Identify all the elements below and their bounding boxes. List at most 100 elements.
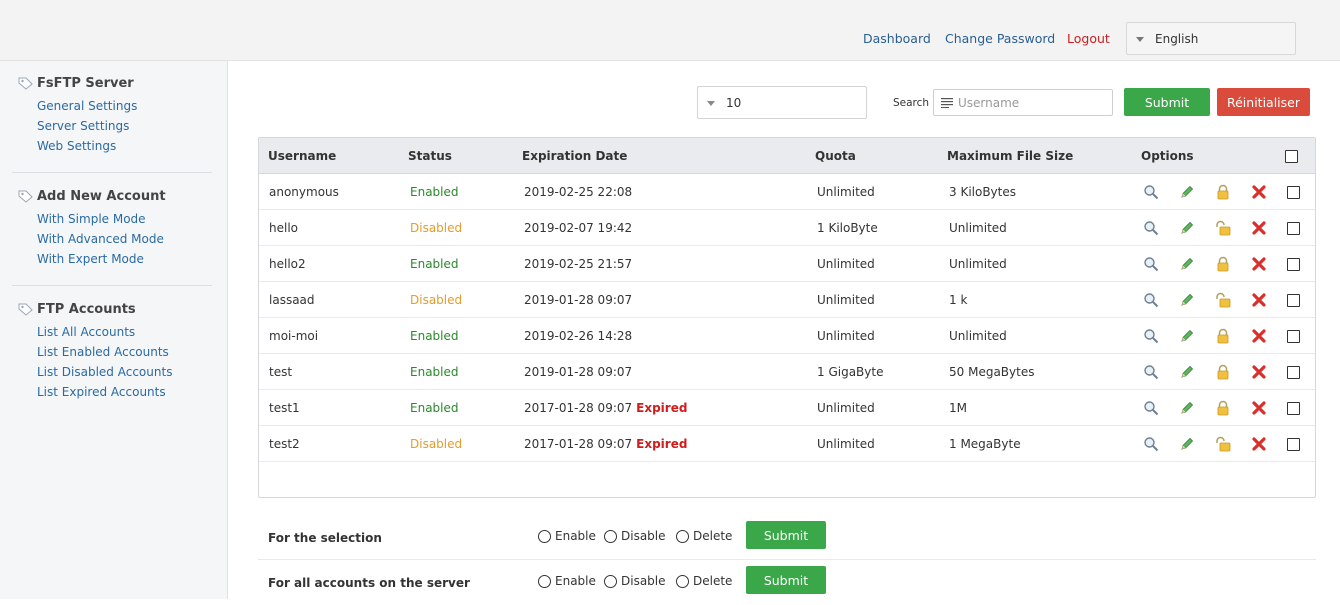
row-checkbox[interactable] xyxy=(1287,258,1300,271)
table-row: hello2 Enabled 2019-02-25 21:57 Unlimited Un… xyxy=(259,246,1315,282)
sidebar-link[interactable]: List Enabled Accounts xyxy=(37,345,169,359)
edit-icon[interactable] xyxy=(1179,400,1195,416)
view-icon[interactable] xyxy=(1143,184,1159,200)
delete-icon[interactable] xyxy=(1251,220,1267,236)
reset-button[interactable]: Réinitialiser xyxy=(1217,88,1310,116)
table-row: test Enabled 2019-01-28 09:07 1 GigaByte 50 … xyxy=(259,354,1315,390)
row-checkbox[interactable] xyxy=(1287,294,1300,307)
radio-disable[interactable]: Disable xyxy=(604,574,666,588)
max-file-size-cell: Unlimited xyxy=(949,257,1007,271)
bulk-action-label: For the selection xyxy=(268,531,382,545)
row-checkbox[interactable] xyxy=(1287,402,1300,415)
sidebar-link[interactable]: With Expert Mode xyxy=(37,252,144,266)
sidebar-link[interactable]: Server Settings xyxy=(37,119,129,133)
quota-cell: Unlimited xyxy=(817,293,875,307)
edit-icon[interactable] xyxy=(1179,256,1195,272)
max-file-size-cell: 1M xyxy=(949,401,967,415)
radio-delete[interactable]: Delete xyxy=(676,574,732,588)
row-checkbox[interactable] xyxy=(1287,186,1300,199)
tag-icon xyxy=(18,190,33,203)
radio-label: Delete xyxy=(693,574,733,588)
row-checkbox[interactable] xyxy=(1287,222,1300,235)
quota-cell: Unlimited xyxy=(817,401,875,415)
delete-icon[interactable] xyxy=(1251,364,1267,380)
change-password-link[interactable]: Change Password xyxy=(945,31,1055,46)
sidebar-link[interactable]: With Simple Mode xyxy=(37,212,146,226)
chevron-down-icon xyxy=(1136,37,1144,42)
delete-icon[interactable] xyxy=(1251,256,1267,272)
view-icon[interactable] xyxy=(1143,400,1159,416)
delete-icon[interactable] xyxy=(1251,328,1267,344)
unlock-icon[interactable] xyxy=(1215,436,1231,452)
bulk-submit-button[interactable]: Submit xyxy=(746,566,826,594)
edit-icon[interactable] xyxy=(1179,436,1195,452)
radio-disable[interactable]: Disable xyxy=(604,529,666,543)
dashboard-link[interactable]: Dashboard xyxy=(863,31,931,46)
list-icon xyxy=(941,98,953,108)
view-icon[interactable] xyxy=(1143,220,1159,236)
search-field[interactable] xyxy=(933,89,1113,116)
expiration-date: 2019-02-26 14:28 xyxy=(524,329,633,343)
per-page-select[interactable]: 10 xyxy=(697,86,867,119)
language-select[interactable]: English xyxy=(1126,22,1296,55)
radio-button[interactable] xyxy=(538,574,551,588)
delete-icon[interactable] xyxy=(1251,436,1267,452)
sidebar-link[interactable]: With Advanced Mode xyxy=(37,232,164,246)
edit-icon[interactable] xyxy=(1179,184,1195,200)
view-icon[interactable] xyxy=(1143,364,1159,380)
sidebar-section-label: Add New Account xyxy=(37,189,166,204)
view-icon[interactable] xyxy=(1143,436,1159,452)
lock-icon[interactable] xyxy=(1215,400,1231,416)
sidebar-link[interactable]: General Settings xyxy=(37,99,137,113)
expiration-date: 2019-02-07 19:42 xyxy=(524,221,633,235)
radio-button[interactable] xyxy=(676,574,689,588)
sidebar-link[interactable]: Web Settings xyxy=(37,139,116,153)
col-max-file-size: Maximum File Size xyxy=(947,149,1074,163)
lock-icon[interactable] xyxy=(1215,184,1231,200)
unlock-icon[interactable] xyxy=(1215,292,1231,308)
view-icon[interactable] xyxy=(1143,256,1159,272)
delete-icon[interactable] xyxy=(1251,184,1267,200)
quota-cell: Unlimited xyxy=(817,437,875,451)
row-checkbox[interactable] xyxy=(1287,330,1300,343)
edit-icon[interactable] xyxy=(1179,292,1195,308)
lock-icon[interactable] xyxy=(1215,328,1231,344)
lock-icon[interactable] xyxy=(1215,364,1231,380)
bulk-submit-button[interactable]: Submit xyxy=(746,521,826,549)
select-all-checkbox[interactable] xyxy=(1285,150,1298,163)
edit-icon[interactable] xyxy=(1179,220,1195,236)
edit-icon[interactable] xyxy=(1179,364,1195,380)
edit-icon[interactable] xyxy=(1179,328,1195,344)
top-bar: Dashboard Change Password Logout English xyxy=(0,0,1340,61)
delete-icon[interactable] xyxy=(1251,292,1267,308)
status-cell: Disabled xyxy=(410,437,463,451)
view-icon[interactable] xyxy=(1143,292,1159,308)
row-checkbox[interactable] xyxy=(1287,366,1300,379)
radio-delete[interactable]: Delete xyxy=(676,529,732,543)
sidebar-link[interactable]: List Disabled Accounts xyxy=(37,365,172,379)
username-cell: moi-moi xyxy=(269,329,319,343)
table-header: Username Status Expiration Date Quota Ma… xyxy=(259,138,1315,174)
quota-cell: Unlimited xyxy=(817,185,875,199)
sidebar: FsFTP Server General Settings Server Setti… xyxy=(0,61,228,599)
search-submit-button[interactable]: Submit xyxy=(1124,88,1210,116)
logout-link[interactable]: Logout xyxy=(1067,31,1110,46)
radio-button[interactable] xyxy=(538,529,551,543)
sidebar-section-label: FsFTP Server xyxy=(37,76,134,91)
radio-enable[interactable]: Enable xyxy=(538,529,596,543)
row-checkbox[interactable] xyxy=(1287,438,1300,451)
bulk-action-row: For all accounts on the server Enable Disa… xyxy=(258,561,1316,605)
radio-button[interactable] xyxy=(676,529,689,543)
unlock-icon[interactable] xyxy=(1215,220,1231,236)
radio-enable[interactable]: Enable xyxy=(538,574,596,588)
radio-button[interactable] xyxy=(604,574,617,588)
quota-cell: Unlimited xyxy=(817,329,875,343)
radio-button[interactable] xyxy=(604,529,617,543)
search-input[interactable] xyxy=(958,93,1108,112)
lock-icon[interactable] xyxy=(1215,256,1231,272)
username-cell: lassaad xyxy=(269,293,315,307)
sidebar-link[interactable]: List All Accounts xyxy=(37,325,135,339)
view-icon[interactable] xyxy=(1143,328,1159,344)
delete-icon[interactable] xyxy=(1251,400,1267,416)
sidebar-link[interactable]: List Expired Accounts xyxy=(37,385,166,399)
